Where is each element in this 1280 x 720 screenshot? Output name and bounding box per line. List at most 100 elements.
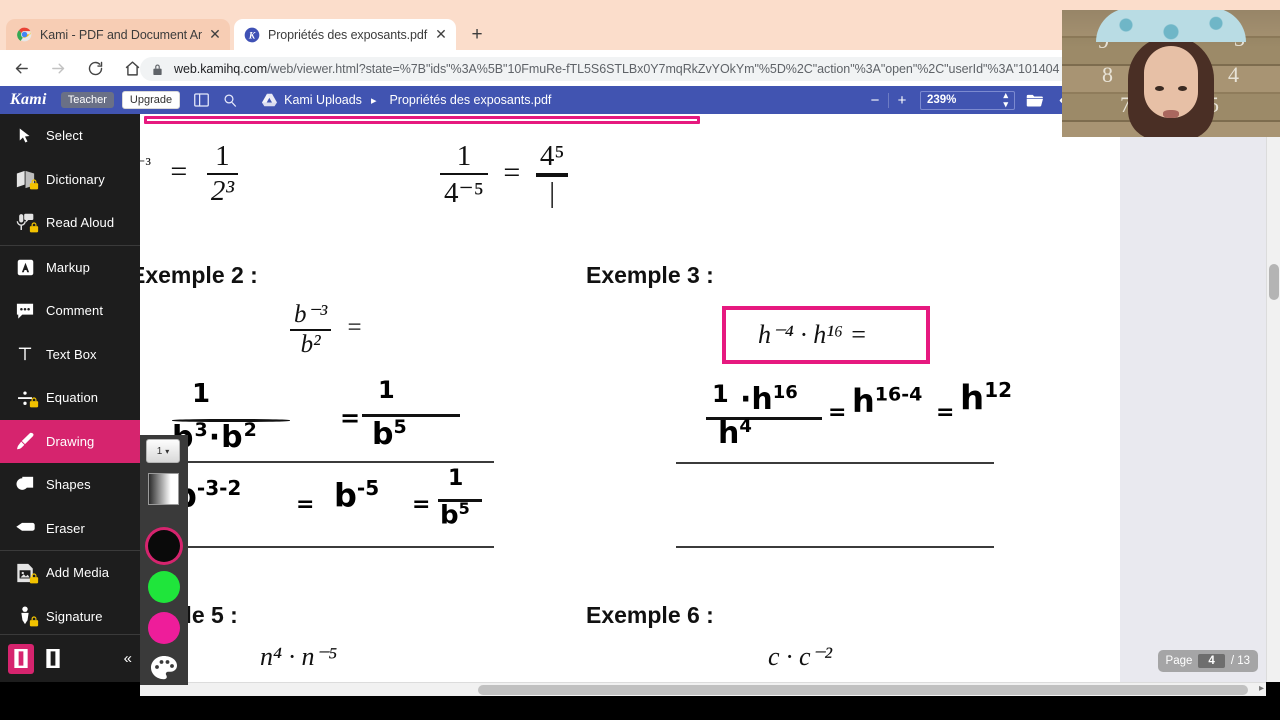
url-domain: web.kamihq.com: [174, 62, 268, 76]
forward-button[interactable]: [42, 52, 74, 84]
page-indicator: Page 4 / 13: [1157, 650, 1258, 672]
equation-top-right: 1 4⁻⁵ = 4⁵ |: [440, 140, 569, 210]
sidebar-item-label: Read Aloud: [46, 215, 115, 231]
lock-icon: [29, 572, 39, 584]
color-swatch-magenta[interactable]: [148, 612, 180, 644]
handwriting-annotation[interactable]: h12: [960, 378, 1012, 418]
folder-open-icon[interactable]: [1020, 87, 1050, 113]
chevron-right-icon[interactable]: ▸: [1259, 683, 1264, 694]
zoom-out-button[interactable]: −: [862, 87, 888, 113]
example-6-heading: Exemple 6 :: [586, 602, 714, 628]
sidebar-item-text-box[interactable]: Text Box: [0, 333, 140, 377]
kami-tool-sidebar: Select Dictionary Read Aloud Markup Comm…: [0, 114, 140, 682]
color-swatch-black[interactable]: [148, 530, 180, 562]
reload-button[interactable]: [79, 52, 111, 84]
fraction-numerator: 1: [215, 140, 230, 172]
example-2-heading: Exemple 2 :: [140, 262, 258, 288]
chevron-down-icon: ▾: [165, 446, 170, 456]
handwriting-annotation[interactable]: =: [296, 492, 314, 517]
new-tab-button[interactable]: +: [463, 22, 491, 48]
sidebar-item-label: Dictionary: [46, 171, 105, 187]
sidebar-item-read-aloud[interactable]: Read Aloud: [0, 201, 140, 245]
sidebar-item-label: Drawing: [46, 433, 95, 449]
handwriting-annotation[interactable]: =: [936, 400, 954, 425]
handwriting-annotation[interactable]: h4: [718, 416, 752, 451]
page-indicator-label: Page: [1165, 655, 1193, 667]
single-page-icon[interactable]: [8, 643, 34, 674]
worksheet-answer-line: [676, 546, 994, 548]
fraction-denominator: 2³: [206, 173, 239, 208]
horizontal-scrollbar-thumb[interactable]: [478, 685, 1248, 695]
breadcrumb-current-file: Propriétés des exposants.pdf: [389, 93, 552, 107]
division-sign-icon: [10, 389, 40, 408]
sidebar-item-select[interactable]: Select: [0, 114, 140, 158]
handwriting-annotation[interactable]: 1: [192, 379, 210, 409]
worksheet-answer-line: [676, 462, 994, 464]
color-swatch-green[interactable]: [148, 571, 180, 603]
double-page-icon[interactable]: [40, 644, 66, 674]
sidebar-item-comment[interactable]: Comment: [0, 289, 140, 333]
handwriting-annotation[interactable]: =: [828, 400, 846, 425]
webcam-background-number: 8: [1102, 62, 1113, 87]
sidebar-item-label: Signature: [46, 608, 103, 624]
sidebar-item-label: Select: [46, 128, 83, 144]
sidebar-item-add-media[interactable]: Add Media: [0, 551, 140, 595]
handwriting-annotation[interactable]: b-5: [334, 476, 379, 515]
search-icon[interactable]: [223, 93, 238, 108]
horizontal-scrollbar[interactable]: ▸: [140, 682, 1266, 696]
collapse-sidebar-button[interactable]: «: [124, 650, 132, 667]
sidebar-item-drawing[interactable]: Drawing: [0, 419, 140, 463]
close-icon[interactable]: ✕: [206, 26, 224, 44]
breadcrumb-folder[interactable]: Kami Uploads: [284, 93, 362, 107]
browser-tab-pdf-viewer[interactable]: K Propriétés des exposants.pdf ✕: [234, 19, 456, 50]
vertical-scrollbar-thumb[interactable]: [1269, 264, 1279, 300]
upgrade-button[interactable]: Upgrade: [121, 91, 181, 109]
handwriting-annotation[interactable]: ·h16: [740, 382, 798, 417]
pink-underline-annotation[interactable]: [144, 116, 700, 124]
avatar-face: [1144, 46, 1198, 118]
address-bar[interactable]: web.kamihq.com/web/viewer.html?state=%7B…: [140, 57, 1075, 81]
zoom-level-field[interactable]: 239% ▴ ▾: [920, 90, 1015, 110]
sidebar-item-eraser[interactable]: Eraser: [0, 507, 140, 551]
sidebar-item-label: Markup: [46, 259, 90, 275]
svg-text:K: K: [248, 31, 256, 41]
opacity-gradient-icon[interactable]: [148, 473, 179, 505]
equals-sign: =: [503, 155, 521, 189]
handwriting-annotation[interactable]: h16-4: [852, 382, 922, 420]
sidebar-item-equation[interactable]: Equation: [0, 376, 140, 420]
handwriting-annotation[interactable]: =: [340, 404, 360, 432]
sidebar-item-signature[interactable]: Signature: [0, 595, 140, 639]
brush-size-selector[interactable]: 1 ▾: [146, 439, 180, 463]
webcam-overlay[interactable]: 9 3 8 4 7 5: [1062, 10, 1280, 137]
handwriting-annotation[interactable]: b5: [440, 499, 470, 531]
color-palette-icon[interactable]: [150, 655, 178, 686]
lock-icon: [29, 178, 39, 190]
lock-icon: [29, 221, 39, 233]
fraction-numerator: b⁻³: [294, 301, 328, 328]
worksheet-answer-line: [172, 546, 494, 548]
sidebar-item-shapes[interactable]: Shapes: [0, 463, 140, 507]
handwriting-annotation[interactable]: 1: [448, 466, 463, 491]
equals-sign: =: [170, 154, 188, 188]
handwriting-annotation[interactable]: =: [412, 492, 430, 517]
image-icon: [10, 563, 40, 584]
equation-fragment: ⁻³: [140, 153, 151, 174]
handwriting-annotation[interactable]: 1: [378, 376, 395, 404]
stepper-icon[interactable]: ▴ ▾: [1003, 91, 1008, 109]
handwriting-annotation[interactable]: b5: [372, 416, 407, 452]
vertical-scrollbar[interactable]: [1266, 114, 1280, 682]
text-t-icon: [10, 345, 40, 363]
sidebar-item-dictionary[interactable]: Dictionary: [0, 158, 140, 202]
browser-window: Kami - PDF and Document Anno ✕ K Proprié…: [0, 0, 1280, 720]
page-number-input[interactable]: 4: [1198, 654, 1225, 668]
back-button[interactable]: [5, 52, 37, 84]
sidebar-item-markup[interactable]: Markup: [0, 246, 140, 290]
avatar-body: [1096, 10, 1246, 42]
kami-logo[interactable]: Kami: [10, 91, 47, 109]
browser-tab-kami-home[interactable]: Kami - PDF and Document Anno ✕: [6, 19, 230, 50]
pdf-viewer-canvas[interactable]: ⁻³ = 1 2³ 1 4⁻⁵ = 4⁵ | Exemple 2 : b⁻³ b…: [140, 114, 1280, 682]
split-panel-icon[interactable]: [194, 93, 209, 107]
close-icon[interactable]: ✕: [432, 26, 450, 44]
zoom-in-button[interactable]: +: [889, 87, 915, 113]
handwriting-annotation[interactable]: 1: [712, 380, 729, 408]
